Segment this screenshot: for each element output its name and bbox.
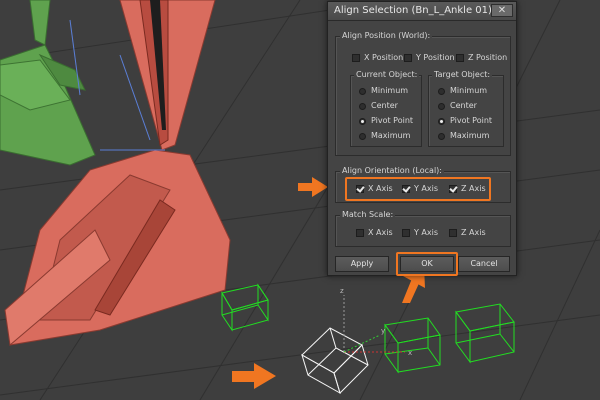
- scale-y-axis-label: Y Axis: [414, 228, 439, 237]
- target-center-label: Center: [450, 101, 477, 110]
- target-maximum-label: Maximum: [450, 131, 490, 140]
- scale-x-axis-checkbox-box[interactable]: [356, 229, 364, 237]
- target-pivot-point-radio[interactable]: Pivot Point: [438, 116, 492, 126]
- target-maximum-radio-dot[interactable]: [438, 132, 445, 140]
- z-position-checkbox-box[interactable]: [456, 54, 464, 62]
- x-position-checkbox[interactable]: X Position: [352, 53, 403, 63]
- target-center-radio-dot[interactable]: [438, 102, 445, 110]
- orientation-highlight-box: [345, 177, 491, 201]
- y-position-checkbox-box[interactable]: [404, 54, 412, 62]
- current-maximum-radio[interactable]: Maximum: [359, 131, 410, 141]
- scale-z-axis-checkbox[interactable]: Z Axis: [449, 228, 486, 238]
- scale-z-axis-label: Z Axis: [461, 228, 486, 237]
- z-position-label: Z Position: [468, 53, 508, 62]
- y-position-checkbox[interactable]: Y Position: [404, 53, 455, 63]
- apply-button[interactable]: Apply: [335, 256, 389, 272]
- current-object-label: Current Object:: [354, 70, 420, 80]
- align-position-label: Align Position (World):: [340, 31, 433, 41]
- current-center-radio[interactable]: Center: [359, 101, 398, 111]
- axis-label-y: y: [381, 327, 385, 335]
- dialog-title: Align Selection (Bn_L_Ankle 01): [334, 5, 492, 16]
- cancel-button[interactable]: Cancel: [458, 256, 510, 272]
- target-center-radio[interactable]: Center: [438, 101, 477, 111]
- target-minimum-label: Minimum: [450, 86, 488, 95]
- z-position-checkbox[interactable]: Z Position: [456, 53, 507, 63]
- current-minimum-label: Minimum: [371, 86, 409, 95]
- target-pivot-point-radio-dot[interactable]: [438, 117, 445, 125]
- current-center-label: Center: [371, 101, 398, 110]
- current-center-radio-dot[interactable]: [359, 102, 366, 110]
- close-button[interactable]: ✕: [491, 4, 513, 17]
- align-selection-dialog: Align Selection (Bn_L_Ankle 01) ✕ Align …: [327, 1, 517, 276]
- scale-x-axis-checkbox[interactable]: X Axis: [356, 228, 393, 238]
- dialog-titlebar[interactable]: Align Selection (Bn_L_Ankle 01) ✕: [328, 2, 516, 21]
- x-position-checkbox-box[interactable]: [352, 54, 360, 62]
- target-object-label: Target Object:: [432, 70, 493, 80]
- current-maximum-label: Maximum: [371, 131, 411, 140]
- close-icon: ✕: [497, 5, 507, 16]
- axis-label-z: z: [340, 287, 344, 295]
- target-minimum-radio[interactable]: Minimum: [438, 86, 487, 96]
- current-pivot-point-label: Pivot Point: [371, 116, 414, 125]
- match-scale-label: Match Scale:: [340, 210, 396, 220]
- scale-z-axis-checkbox-box[interactable]: [449, 229, 457, 237]
- scale-y-axis-checkbox[interactable]: Y Axis: [402, 228, 438, 238]
- scale-y-axis-checkbox-box[interactable]: [402, 229, 410, 237]
- y-position-label: Y Position: [416, 53, 455, 62]
- current-minimum-radio[interactable]: Minimum: [359, 86, 408, 96]
- axis-label-x: x: [408, 349, 412, 357]
- align-orientation-label: Align Orientation (Local):: [340, 166, 444, 176]
- current-minimum-radio-dot[interactable]: [359, 87, 366, 95]
- current-pivot-point-radio[interactable]: Pivot Point: [359, 116, 413, 126]
- target-pivot-point-label: Pivot Point: [450, 116, 493, 125]
- scale-x-axis-label: X Axis: [368, 228, 393, 237]
- target-minimum-radio-dot[interactable]: [438, 87, 445, 95]
- x-position-label: X Position: [364, 53, 404, 62]
- current-maximum-radio-dot[interactable]: [359, 132, 366, 140]
- target-maximum-radio[interactable]: Maximum: [438, 131, 489, 141]
- current-pivot-point-radio-dot[interactable]: [359, 117, 366, 125]
- ok-highlight-box: [396, 252, 458, 276]
